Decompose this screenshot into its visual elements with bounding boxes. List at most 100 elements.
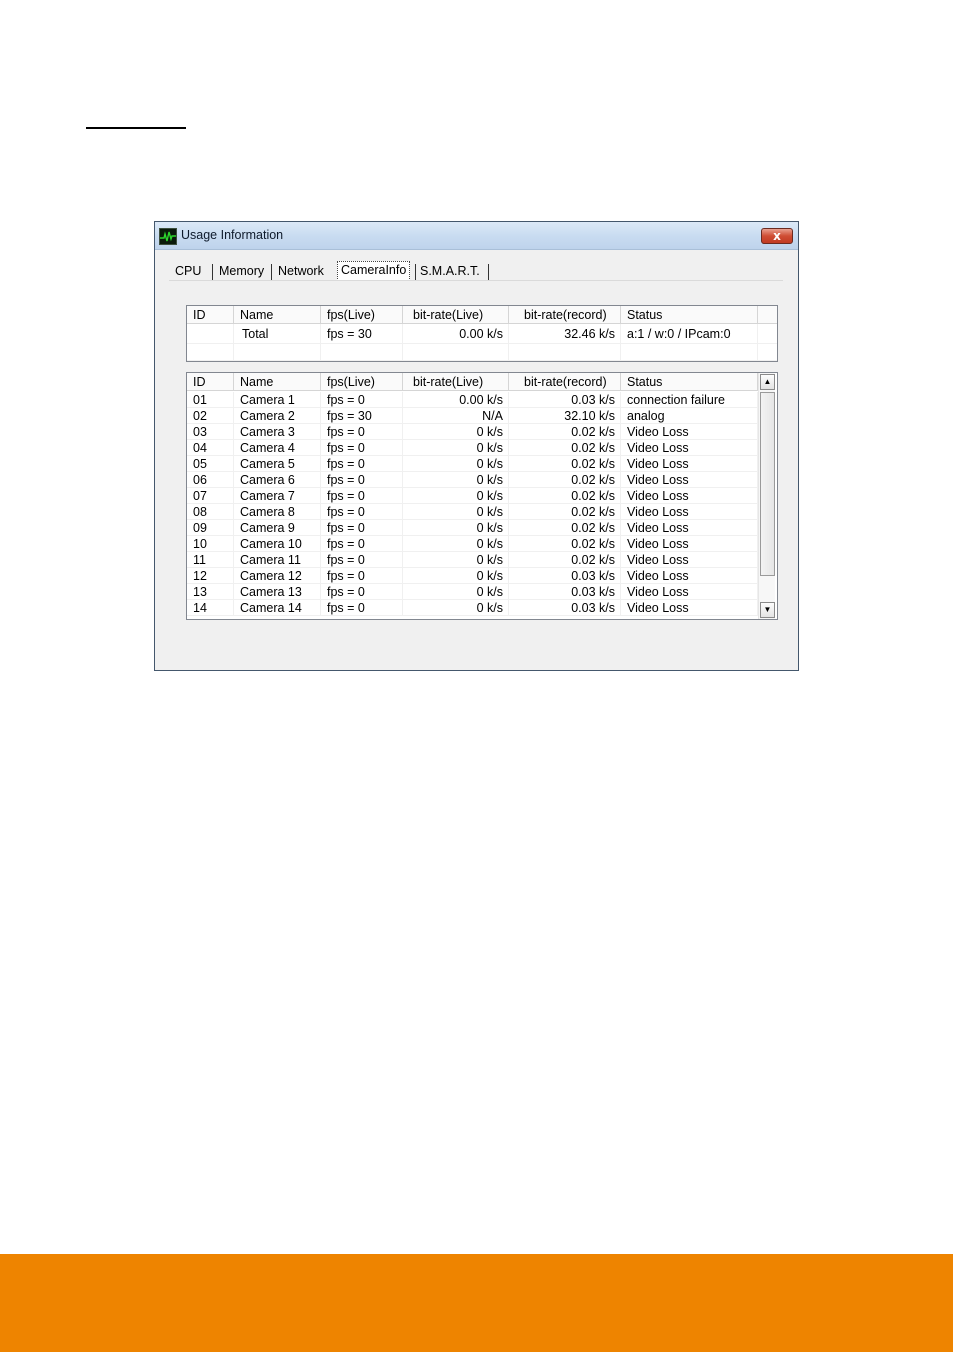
cell-bitrate-live: 0 k/s <box>403 472 509 488</box>
close-icon: x <box>773 229 781 243</box>
scroll-up-button[interactable]: ▲ <box>760 374 775 390</box>
cell-bitrate-live: 0 k/s <box>403 504 509 520</box>
section-underline <box>86 127 186 129</box>
tab-memory[interactable]: Memory <box>219 261 264 281</box>
cell-status: Video Loss <box>621 440 758 456</box>
cell-fps-live: fps = 30 <box>321 324 403 344</box>
cell-bitrate-live: 0 k/s <box>403 568 509 584</box>
summary-table-header: ID Name fps(Live) bit-rate(Live) bit-rat… <box>187 306 777 324</box>
column-header-bitrate-record[interactable]: bit-rate(record) <box>509 306 621 323</box>
column-header-status[interactable]: Status <box>621 373 758 390</box>
cell-status: a:1 / w:0 / IPcam:0 <box>621 324 758 344</box>
table-row[interactable]: 13 Camera 13 fps = 00 k/s 0.03 k/s Video Los… <box>187 584 758 600</box>
column-header-status[interactable]: Status <box>621 306 758 323</box>
cell-fps-live: fps = 0 <box>321 552 403 568</box>
cell-bitrate-record: 0.03 k/s <box>509 600 621 616</box>
cell-name: Total <box>234 324 321 344</box>
cell-bitrate-live: 0 k/s <box>403 600 509 616</box>
tab-smart[interactable]: S.M.A.R.T. <box>420 261 480 281</box>
cell-fps-live: fps = 0 <box>321 456 403 472</box>
cell-name: Camera 14 <box>234 600 321 616</box>
column-header-name[interactable]: Name <box>234 306 321 323</box>
cell-name: Camera 7 <box>234 488 321 504</box>
cell-name: Camera 10 <box>234 536 321 552</box>
table-row[interactable]: 05 Camera 5 fps = 00 k/s 0.02 k/s Video Loss <box>187 456 758 472</box>
column-header-bitrate-live[interactable]: bit-rate(Live) <box>403 306 509 323</box>
activity-monitor-icon <box>159 228 177 245</box>
table-row[interactable]: 06 Camera 6 fps = 00 k/s 0.02 k/s Video Loss <box>187 472 758 488</box>
table-row[interactable]: 03 Camera 3 fps = 00 k/s 0.02 k/s Video Loss <box>187 424 758 440</box>
cell-bitrate-record: 0.02 k/s <box>509 520 621 536</box>
arrow-up-icon: ▲ <box>763 377 772 386</box>
cell-id: 08 <box>187 504 234 520</box>
table-row[interactable]: 02 Camera 2 fps = 30 N/A 32.10 k/s analog <box>187 408 758 424</box>
cell-fps-live: fps = 0 <box>321 392 403 408</box>
table-row[interactable]: 07 Camera 7 fps = 00 k/s 0.02 k/s Video Loss <box>187 488 758 504</box>
table-row[interactable]: 11 Camera 11 fps = 00 k/s 0.02 k/s Video Los… <box>187 552 758 568</box>
close-button[interactable]: x <box>761 228 793 244</box>
cell-bitrate-record: 0.02 k/s <box>509 472 621 488</box>
cell-bitrate-record: 0.02 k/s <box>509 552 621 568</box>
title-bar[interactable]: Usage Information x <box>155 222 798 250</box>
cell-bitrate-record: 0.02 k/s <box>509 424 621 440</box>
column-header-id[interactable]: ID <box>187 373 234 390</box>
cell-name: Camera 5 <box>234 456 321 472</box>
cell-bitrate-live: 0 k/s <box>403 536 509 552</box>
table-row[interactable]: Total fps = 30 0.00 k/s 32.46 k/s a:1 / … <box>187 324 777 344</box>
cell-status: Video Loss <box>621 488 758 504</box>
table-row-empty <box>187 344 777 361</box>
cell-id: 14 <box>187 600 234 616</box>
cell-name: Camera 13 <box>234 584 321 600</box>
cell-fps-live: fps = 0 <box>321 536 403 552</box>
cell-name: Camera 3 <box>234 424 321 440</box>
column-header-id[interactable]: ID <box>187 306 234 323</box>
tab-cpu[interactable]: CPU <box>175 261 201 281</box>
cell-id: 09 <box>187 520 234 536</box>
camera-table-header: ID Name fps(Live) bit-rate(Live) bit-rat… <box>187 373 758 391</box>
cell-bitrate-record: 0.02 k/s <box>509 536 621 552</box>
cell-name: Camera 6 <box>234 472 321 488</box>
empty-cell <box>234 344 321 361</box>
cell-id: 06 <box>187 472 234 488</box>
cell-bitrate-record: 0.02 k/s <box>509 440 621 456</box>
column-header-fps-live[interactable]: fps(Live) <box>321 306 403 323</box>
cell-id: 11 <box>187 552 234 568</box>
summary-table[interactable]: ID Name fps(Live) bit-rate(Live) bit-rat… <box>186 305 778 362</box>
vertical-scrollbar[interactable]: ▲ ▼ <box>758 373 775 619</box>
cell-fps-live: fps = 0 <box>321 488 403 504</box>
scroll-down-button[interactable]: ▼ <box>760 602 775 618</box>
column-header-name[interactable]: Name <box>234 373 321 390</box>
table-row[interactable]: 14 Camera 14 fps = 00 k/s 0.03 k/s Video Los… <box>187 600 758 616</box>
cell-id: 01 <box>187 392 234 408</box>
camera-table[interactable]: ID Name fps(Live) bit-rate(Live) bit-rat… <box>186 372 778 620</box>
cell-fps-live: fps = 0 <box>321 520 403 536</box>
cell-id: 04 <box>187 440 234 456</box>
cell-bitrate-live: 0 k/s <box>403 552 509 568</box>
cell-status: analog <box>621 408 758 424</box>
scrollbar-thumb[interactable] <box>760 392 775 576</box>
table-row[interactable]: 12 Camera 12 fps = 00 k/s 0.03 k/s Video Los… <box>187 568 758 584</box>
column-header-bitrate-record[interactable]: bit-rate(record) <box>509 373 621 390</box>
column-header-bitrate-live[interactable]: bit-rate(Live) <box>403 373 509 390</box>
tab-separator <box>212 264 213 280</box>
cell-bitrate-live: 0 k/s <box>403 488 509 504</box>
cell-bitrate-live: 0 k/s <box>403 456 509 472</box>
table-row[interactable]: 01 Camera 1 fps = 0 0.00 k/s 0.03 k/s connect… <box>187 392 758 408</box>
tab-network[interactable]: Network <box>278 261 324 281</box>
table-row[interactable]: 08 Camera 8 fps = 00 k/s 0.02 k/s Video Loss <box>187 504 758 520</box>
cell-bitrate-record: 0.02 k/s <box>509 504 621 520</box>
cell-name: Camera 8 <box>234 504 321 520</box>
cell-name: Camera 1 <box>234 392 321 408</box>
table-row[interactable]: 04 Camera 4 fps = 00 k/s 0.02 k/s Video Loss <box>187 440 758 456</box>
column-header-fps-live[interactable]: fps(Live) <box>321 373 403 390</box>
cell-status: Video Loss <box>621 424 758 440</box>
table-row[interactable]: 10 Camera 10 fps = 00 k/s 0.02 k/s Video Los… <box>187 536 758 552</box>
cell-fps-live: fps = 30 <box>321 408 403 424</box>
cell-bitrate-live: N/A <box>403 408 509 424</box>
cell-fps-live: fps = 0 <box>321 504 403 520</box>
tab-camerainfo[interactable]: CameraInfo <box>337 261 411 281</box>
cell-name: Camera 11 <box>234 552 321 568</box>
table-row[interactable]: 09 Camera 9 fps = 00 k/s 0.02 k/s Video Loss <box>187 520 758 536</box>
cell-id: 12 <box>187 568 234 584</box>
cell-bitrate-record: 0.03 k/s <box>509 392 621 408</box>
